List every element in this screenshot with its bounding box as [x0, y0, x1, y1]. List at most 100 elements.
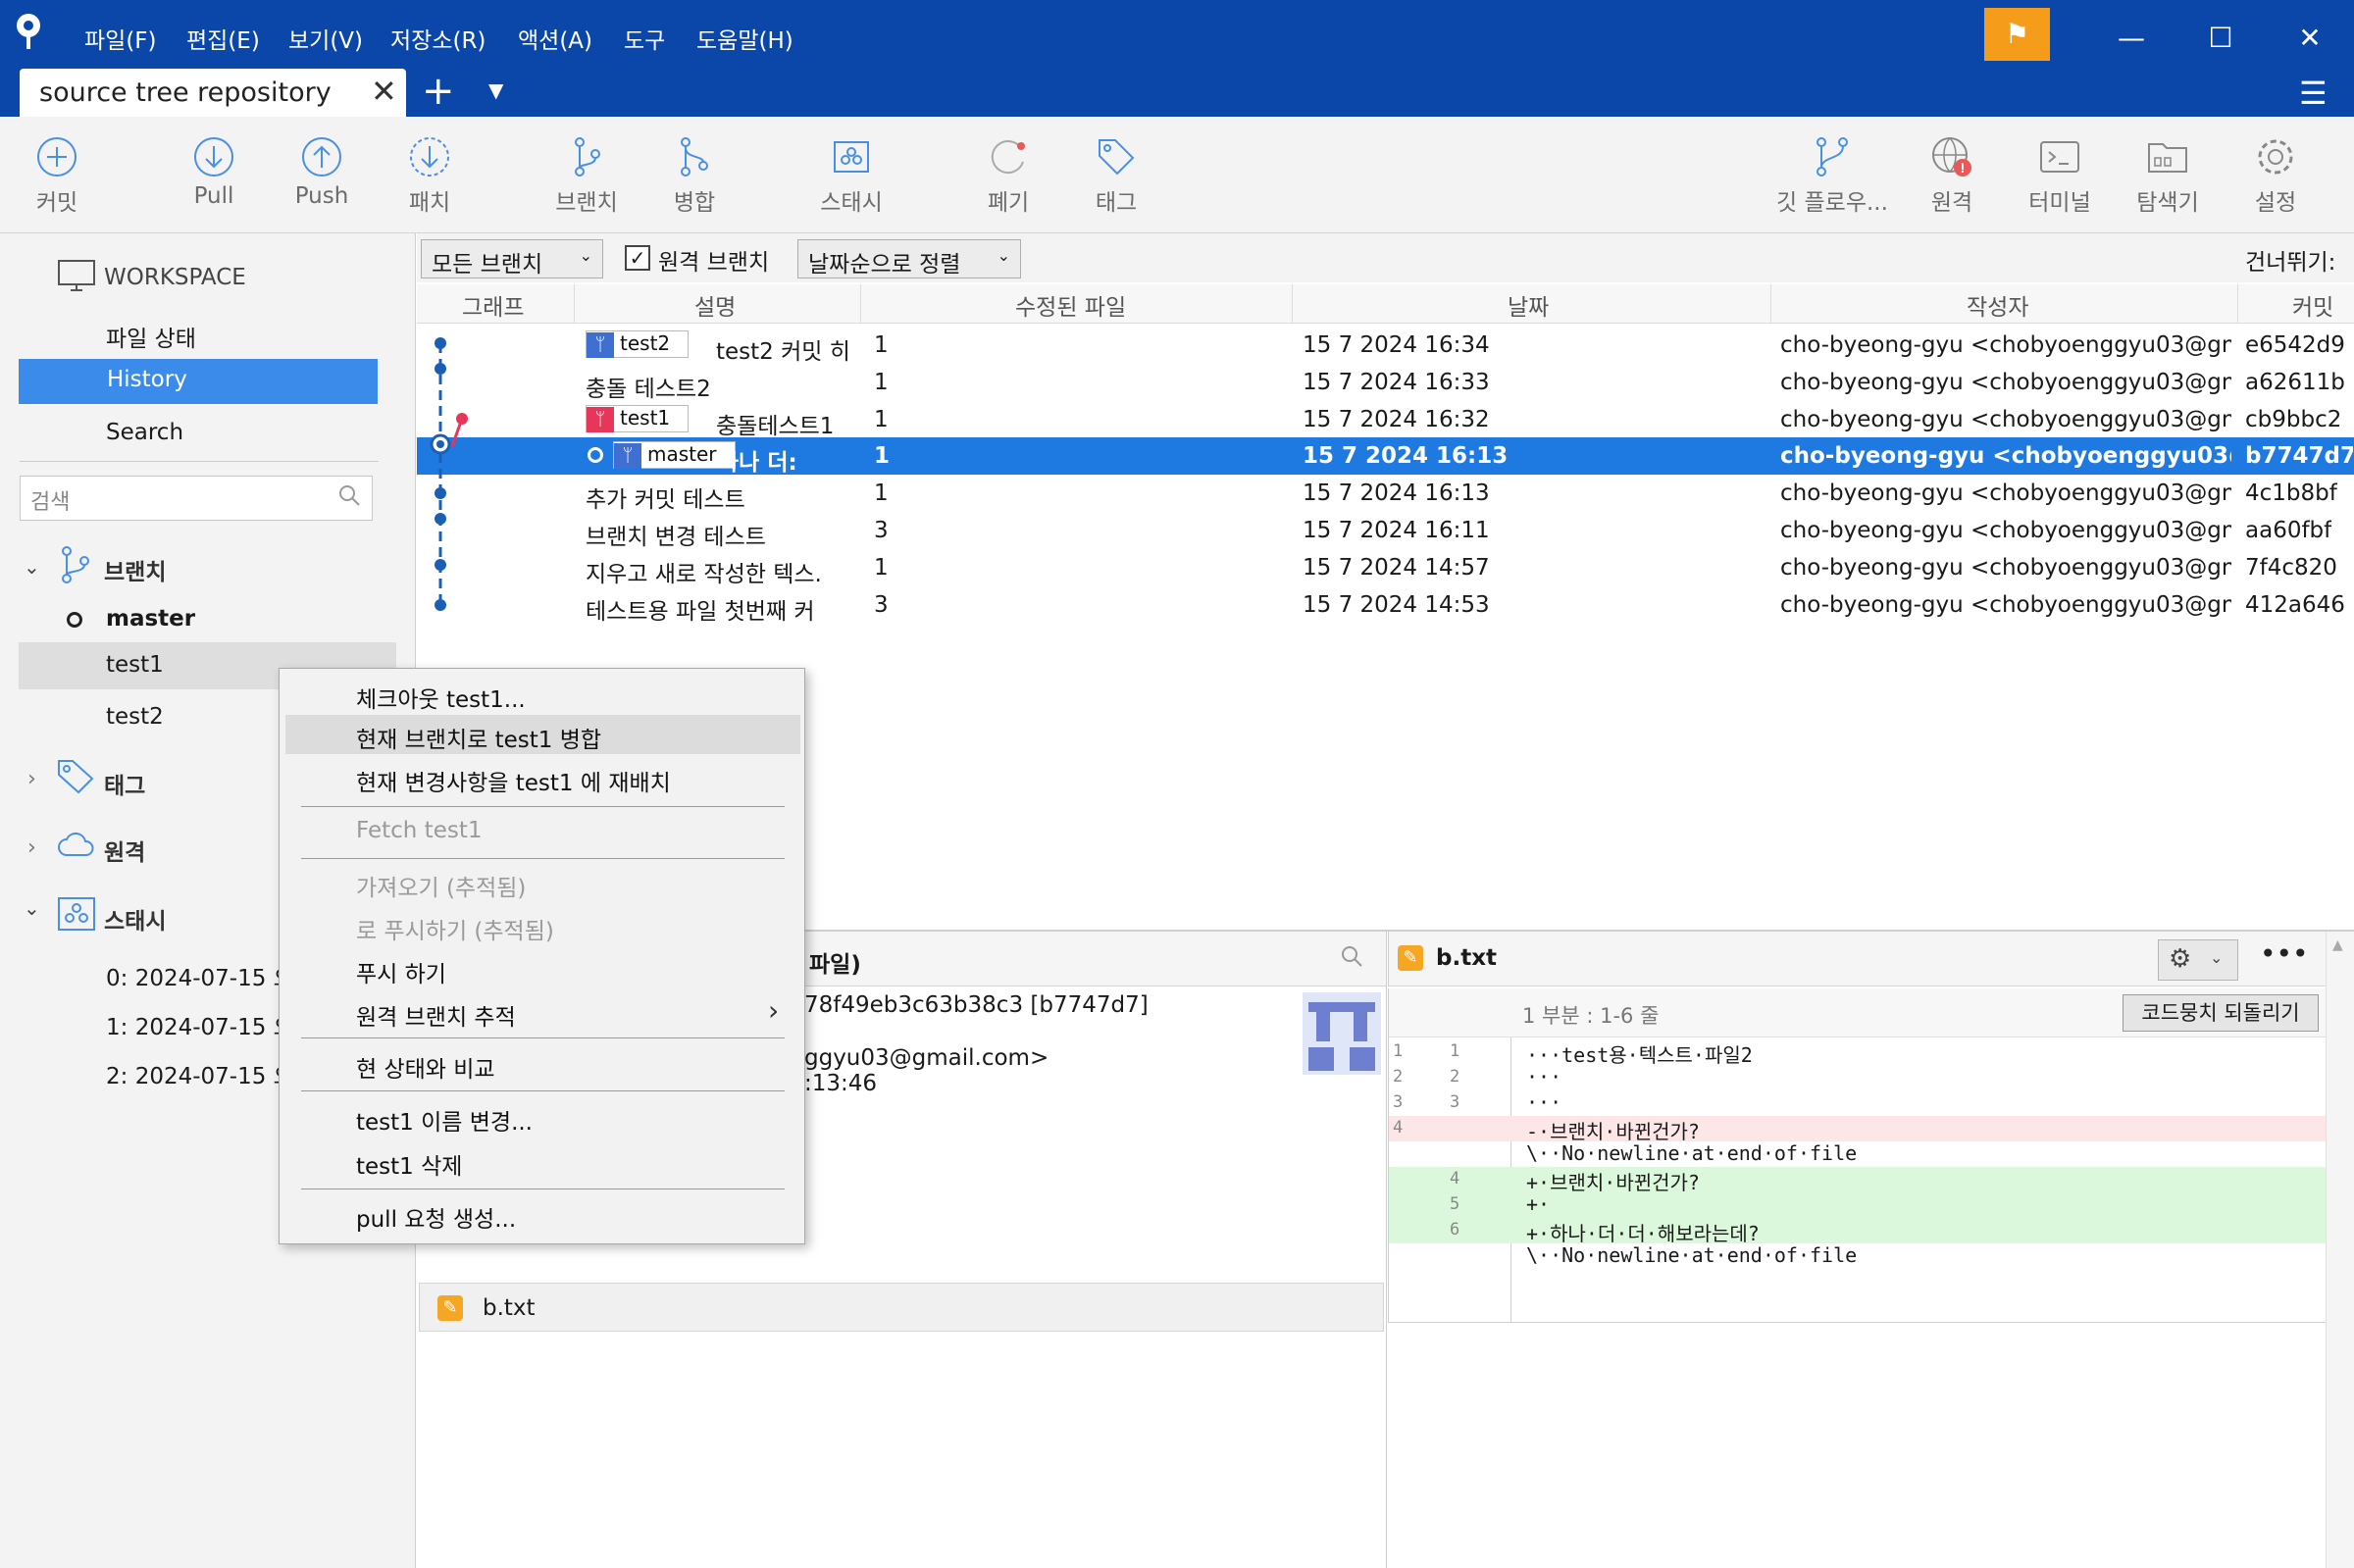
col-modified-files[interactable]: 수정된 파일 [1015, 288, 1126, 322]
menu-item-delete[interactable]: test1 삭제 [280, 1141, 806, 1181]
branches-header[interactable]: 브랜치 [104, 553, 166, 586]
chevron-down-icon[interactable]: ⌄ [24, 896, 40, 920]
maximize-button[interactable]: ☐ [2176, 10, 2265, 67]
diff-line[interactable]: 4 -·브랜치·바뀐건가? [1389, 1116, 2327, 1143]
commit-hash: cb9bbc2 [2245, 407, 2342, 432]
vertical-scrollbar[interactable]: ▲ [2326, 932, 2354, 1568]
branch-label-tag[interactable]: ᛘ test1 [586, 405, 690, 432]
commit-row[interactable]: 추가 커밋 테스트 1 15 7 2024 16:13 cho-byeong-gyu … [417, 475, 2354, 513]
col-date[interactable]: 날짜 [1508, 288, 1549, 322]
commit-row[interactable]: ᛘ test1 충돌테스트1 1 15 7 2024 16:32 cho-byeong-g… [417, 401, 2354, 439]
stash-item[interactable]: 2: 2024-07-15 오 [106, 1057, 294, 1090]
more-options-icon[interactable]: ••• [2260, 937, 2309, 970]
commit-row[interactable]: 지우고 새로 작성한 텍스. 1 15 7 2024 14:57 cho-byeong… [417, 549, 2354, 587]
branch-label-tag[interactable]: ᛘ test2 [586, 330, 690, 358]
hamburger-menu-icon[interactable]: ☰ [2299, 75, 2328, 112]
stash-item[interactable]: 1: 2024-07-15 오 [106, 1008, 294, 1041]
menu-item-push[interactable]: 푸시 하기 [280, 949, 806, 988]
diff-line-text: +·브랜치·바뀐건가? [1526, 1171, 1700, 1194]
sort-dropdown[interactable]: 날짜순으로 정렬 ⌄ [797, 239, 1021, 278]
commit-row[interactable]: 테스트용 파일 첫번째 커 3 15 7 2024 14:53 cho-byeong-… [417, 586, 2354, 625]
tab-dropdown-icon[interactable]: ▼ [488, 78, 503, 102]
pull-button[interactable]: Pull [165, 134, 263, 209]
menu-tools[interactable]: 도구 [624, 22, 665, 55]
push-button[interactable]: Push [273, 134, 371, 209]
branch-item-master[interactable]: master [106, 606, 195, 632]
minimize-button[interactable]: — [2087, 10, 2175, 67]
repository-tab[interactable]: source tree repository ✕ [20, 69, 406, 117]
menu-item-rebase[interactable]: 현재 변경사항을 test1 에 재배치 [280, 758, 806, 797]
add-tab-icon[interactable]: + [422, 69, 455, 114]
settings-button[interactable]: 설정 [2226, 134, 2325, 217]
diff-line[interactable]: 3 3 ··· [1389, 1090, 2327, 1116]
menu-edit[interactable]: 편집(E) [186, 22, 260, 55]
branch-icon: ᛘ [587, 332, 614, 358]
chevron-right-icon[interactable]: › [27, 767, 36, 791]
branch-filter-dropdown[interactable]: 모든 브랜치 ⌄ [421, 239, 603, 278]
flag-icon[interactable]: ⚑ [1984, 8, 2050, 61]
chevron-right-icon[interactable]: › [27, 835, 36, 860]
remotes-header[interactable]: 원격 [104, 834, 145, 867]
menu-item-checkout[interactable]: 체크아웃 test1... [280, 675, 806, 714]
remote-branches-checkbox[interactable]: ✓ [625, 245, 650, 271]
merge-button[interactable]: 병합 [645, 134, 743, 217]
menu-item-label: test1 삭제 [356, 1154, 463, 1180]
menu-view[interactable]: 보기(V) [288, 22, 363, 55]
search-icon[interactable] [1339, 943, 1364, 973]
chevron-down-icon[interactable]: ⌄ [24, 555, 40, 579]
menu-actions[interactable]: 액션(A) [518, 22, 592, 55]
diff-line[interactable]: 2 2 ··· [1389, 1065, 2327, 1090]
menu-item-compare[interactable]: 현 상태와 비교 [280, 1044, 806, 1084]
commit-row[interactable]: 충돌 테스트2 1 15 7 2024 16:33 cho-byeong-gyu <c… [417, 364, 2354, 402]
branch-item-test2[interactable]: test2 [106, 704, 164, 730]
sidebar-item-history[interactable]: History [19, 359, 378, 404]
stash-header[interactable]: 스태시 [104, 902, 166, 936]
diff-line[interactable]: \··No·newline·at·end·of·file [1389, 1141, 2327, 1167]
menu-item-pull-request[interactable]: pull 요청 생성... [280, 1194, 806, 1234]
commit-button[interactable]: 커밋 [8, 134, 106, 217]
diff-line[interactable]: 6 +·하나·더·더·해보라는데? [1389, 1218, 2327, 1245]
col-commit[interactable]: 커밋 [2292, 288, 2333, 322]
fetch-button[interactable]: 패치 [381, 134, 479, 217]
close-tab-icon[interactable]: ✕ [371, 73, 397, 110]
menu-repository[interactable]: 저장소(R) [390, 22, 486, 55]
search-input[interactable]: 검색 [20, 476, 373, 521]
branch-button[interactable]: 브랜치 [537, 134, 636, 217]
col-graph[interactable]: 그래프 [462, 288, 524, 322]
diff-line-text: \··No·newline·at·end·of·file [1526, 1243, 1858, 1267]
menu-item-merge[interactable]: 현재 브랜치로 test1 병합 [285, 715, 800, 754]
scroll-up-icon[interactable]: ▲ [2332, 937, 2343, 953]
commit-row[interactable]: ᛘ master 하나 더: 1 15 7 2024 16:13 cho-byeong-g… [417, 437, 2354, 476]
commit-author: cho-byeong-gyu <chobyoenggyu03@gm [1780, 407, 2231, 432]
reset-hunk-button[interactable]: 코드뭉치 되돌리기 [2123, 994, 2319, 1032]
commit-row[interactable]: ᛘ test2 test2 커밋 히 1 15 7 2024 16:34 cho-byeo… [417, 327, 2354, 365]
col-description[interactable]: 설명 [694, 288, 736, 322]
changed-file-row[interactable]: ✎ b.txt [419, 1283, 1384, 1332]
tags-header[interactable]: 태그 [104, 767, 145, 800]
gitflow-button[interactable]: 깃 플로우... [1773, 134, 1891, 217]
close-window-button[interactable]: ✕ [2266, 10, 2354, 67]
diff-options-button[interactable]: ⚙ ⌄ [2158, 939, 2238, 981]
tag-button[interactable]: 태그 [1067, 134, 1165, 217]
terminal-button[interactable]: 터미널 [2011, 134, 2109, 217]
discard-button[interactable]: 폐기 [959, 134, 1057, 217]
diff-line[interactable]: 4 +·브랜치·바뀐건가? [1389, 1167, 2327, 1194]
menu-item-rename[interactable]: test1 이름 변경... [280, 1097, 806, 1137]
menu-help[interactable]: 도움말(H) [696, 22, 793, 55]
commit-row[interactable]: 브랜치 변경 테스트 3 15 7 2024 16:11 cho-byeong-gyu… [417, 512, 2354, 550]
diff-line[interactable]: 5 +· [1389, 1192, 2327, 1218]
menu-item-track-remote[interactable]: 원격 브랜치 추적 › [280, 992, 806, 1032]
stash-item[interactable]: 0: 2024-07-15 오 [106, 959, 294, 992]
menu-file[interactable]: 파일(F) [84, 22, 157, 55]
diff-line[interactable]: \··No·newline·at·end·of·file [1389, 1243, 2327, 1269]
commit-time-text: :13:46 [804, 1071, 878, 1096]
remote-button[interactable]: ! 원격 [1903, 134, 2001, 217]
diff-file-name: b.txt [1436, 945, 1498, 971]
explorer-button[interactable]: 탐색기 [2119, 134, 2217, 217]
diff-line[interactable]: 1 1 ···test용·텍스트·파일2 [1389, 1039, 2327, 1067]
col-author[interactable]: 작성자 [1967, 288, 2028, 322]
branch-label-tag[interactable]: ᛘ master [586, 441, 736, 469]
sidebar-item-search[interactable]: Search [106, 420, 183, 445]
stash-button[interactable]: 스태시 [802, 134, 900, 217]
sidebar-item-file-status[interactable]: 파일 상태 [106, 320, 196, 353]
